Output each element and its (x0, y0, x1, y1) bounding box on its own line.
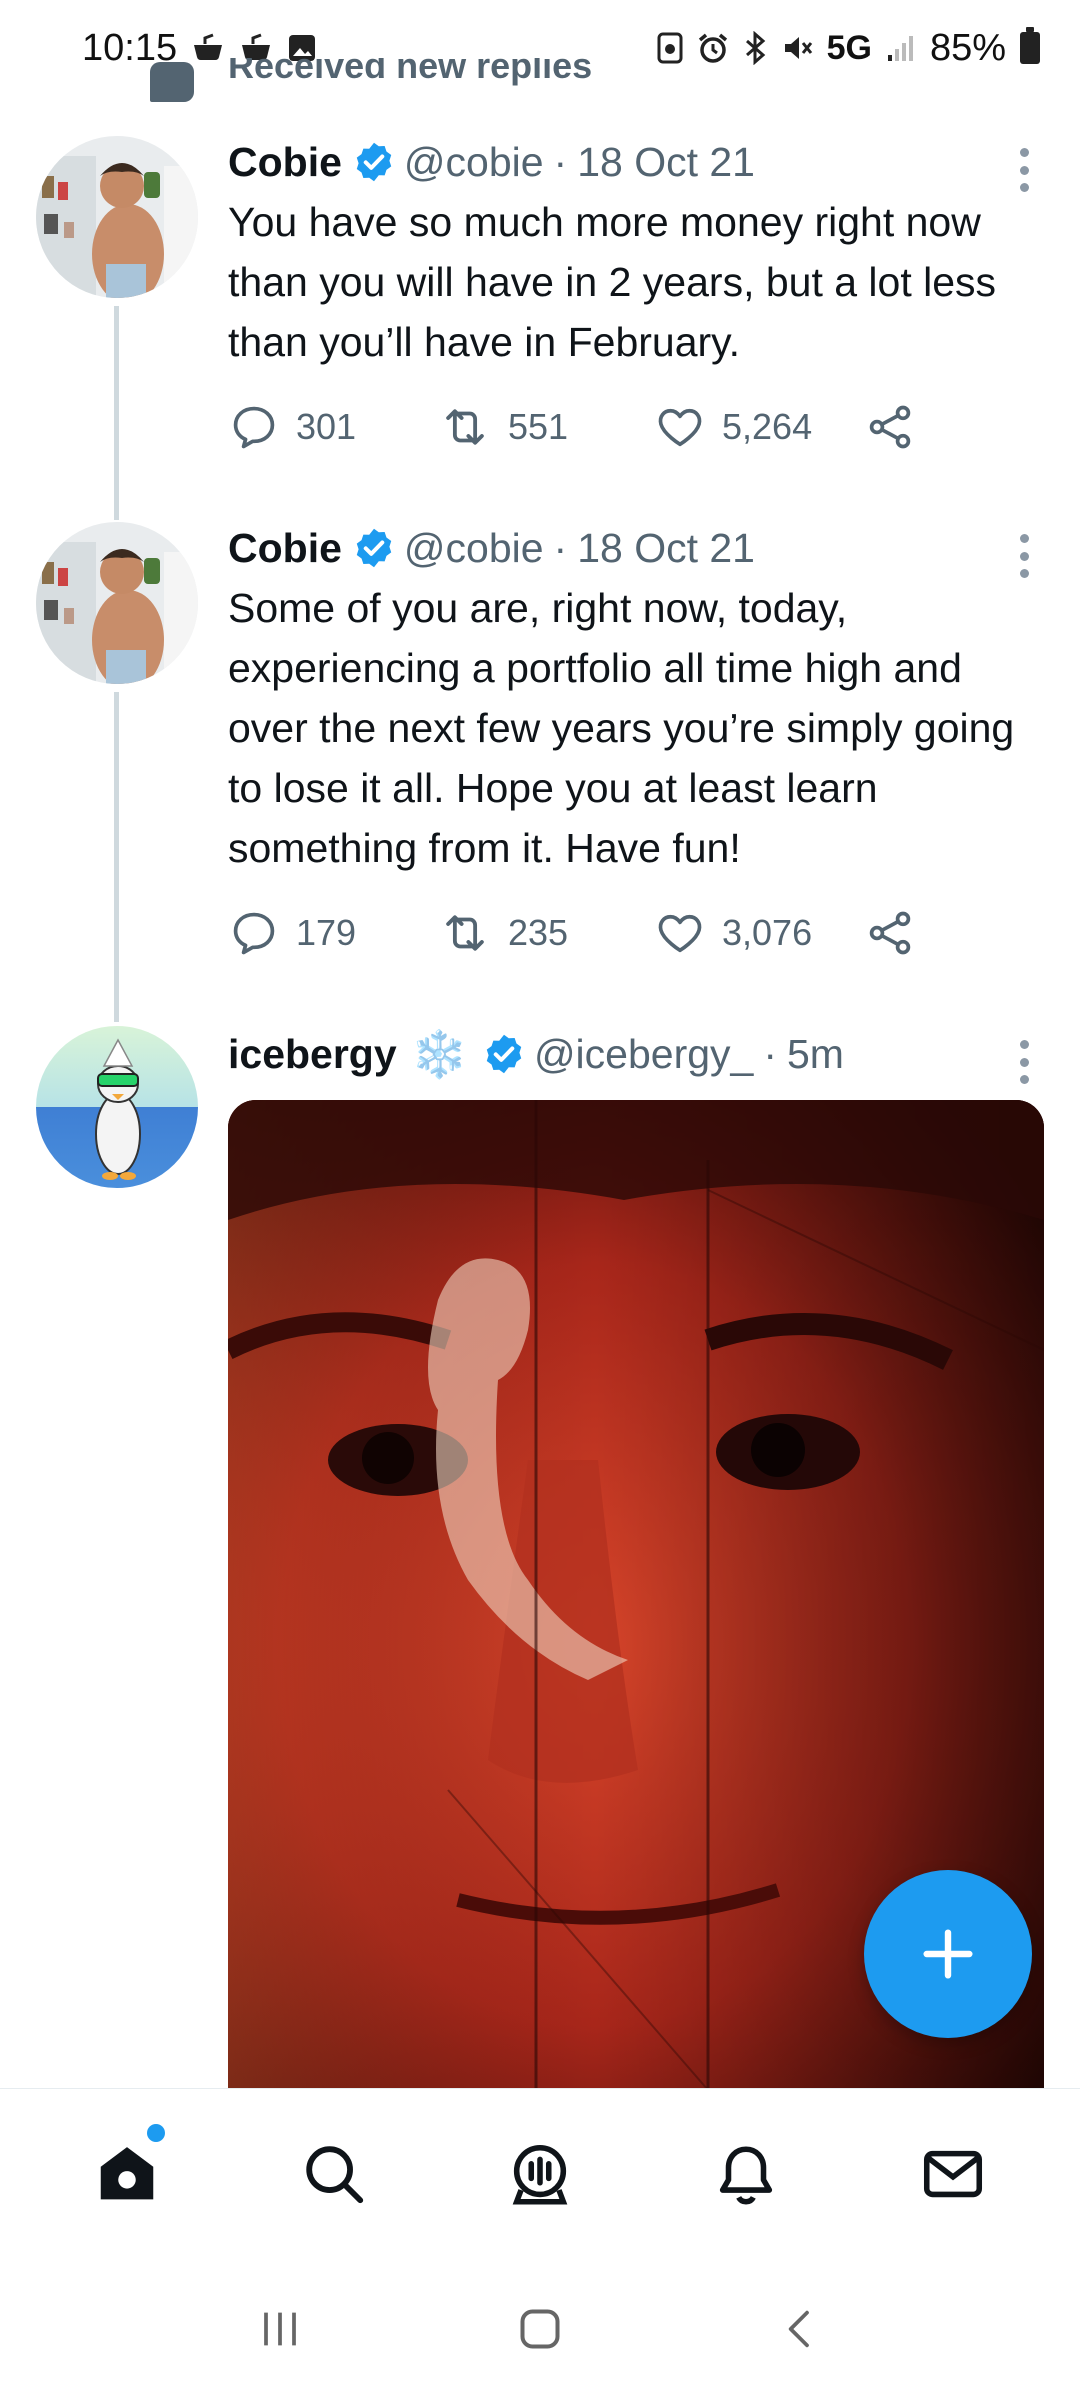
like-button[interactable]: 3,076 (654, 907, 864, 959)
reply-count: 179 (296, 912, 357, 953)
recents-icon (264, 2312, 296, 2346)
new-content-dot (147, 2123, 166, 2142)
verified-badge-icon (486, 1034, 522, 1074)
separator: · (553, 139, 568, 185)
reply-button[interactable]: 179 (228, 907, 438, 959)
spaces-icon (512, 2144, 568, 2204)
nav-notifications[interactable] (686, 2114, 806, 2234)
avatar[interactable] (36, 136, 198, 298)
tweet-header: icebergy ❄️ @icebergy_ · 5m (228, 1026, 1044, 1082)
author-name[interactable]: Cobie (228, 134, 342, 190)
heart-icon (658, 914, 702, 953)
tweet-actions: 179 235 3,076 (228, 906, 1044, 960)
system-navigation (0, 2258, 1080, 2400)
retweet-button[interactable]: 235 (438, 906, 654, 960)
reply-button[interactable]: 301 (228, 401, 438, 453)
home-button[interactable] (490, 2279, 590, 2379)
share-button[interactable] (864, 907, 916, 959)
author-handle[interactable]: @cobie (404, 134, 544, 190)
reply-count: 301 (296, 406, 357, 447)
thread-line (114, 692, 119, 1022)
like-count: 3,076 (722, 912, 813, 953)
more-options-button[interactable] (1004, 142, 1044, 198)
tweet-actions: 301 551 5,264 (228, 400, 1044, 454)
more-options-button[interactable] (1004, 1034, 1044, 1090)
verified-badge-icon (356, 528, 392, 568)
received-replies-banner[interactable]: Received new replies (150, 58, 770, 104)
battery-icon (1020, 27, 1040, 64)
snowflake-emoji: ❄️ (410, 1028, 468, 1080)
share-icon (869, 405, 911, 449)
retweet-count: 235 (508, 912, 569, 953)
timestamp[interactable]: 18 Oct 21 (577, 134, 755, 190)
tweet-text: You have so much more money right now th… (228, 199, 997, 365)
recents-button[interactable] (230, 2279, 330, 2379)
verified-badge-icon (356, 142, 392, 182)
like-count: 5,264 (722, 406, 813, 447)
retweet-button[interactable]: 551 (438, 400, 654, 454)
back-button[interactable] (750, 2279, 850, 2379)
share-icon (869, 911, 911, 955)
reply-icon (233, 406, 275, 449)
avatar[interactable] (36, 522, 198, 684)
nav-messages[interactable] (893, 2114, 1013, 2234)
home-icon (100, 2146, 154, 2199)
battery-percent: 85% (929, 26, 1006, 69)
reply-bubble-icon (150, 62, 194, 102)
nav-home[interactable] (67, 2114, 187, 2234)
author-handle[interactable]: @icebergy_ (534, 1026, 753, 1082)
bottom-navigation (0, 2088, 1080, 2258)
tweet-content: Cobie @cobie · 18 Oct 21 You have so muc… (228, 134, 1044, 454)
nav-spaces[interactable] (480, 2114, 600, 2234)
reply-icon (233, 912, 275, 955)
retweet-icon (446, 915, 484, 951)
author-handle[interactable]: @cobie (404, 520, 544, 576)
received-replies-text: Received new replies (228, 58, 593, 86)
retweet-count: 551 (508, 406, 569, 447)
home-circle-icon (520, 2309, 560, 2349)
separator: · (763, 1031, 777, 1077)
tweet-header: Cobie @cobie · 18 Oct 21 (228, 520, 1044, 576)
tweet[interactable]: Cobie @cobie · 18 Oct 21 You have so muc… (0, 134, 1080, 520)
separator: · (553, 525, 568, 571)
author-name[interactable]: Cobie (228, 520, 342, 576)
more-options-button[interactable] (1004, 528, 1044, 584)
timestamp[interactable]: 5m (787, 1026, 844, 1082)
tweet-text: Some of you are, right now, today, exper… (228, 585, 1015, 871)
retweet-icon (446, 409, 484, 445)
network-type: 5G (826, 28, 872, 67)
timestamp[interactable]: 18 Oct 21 (577, 520, 755, 576)
tweet-content: icebergy ❄️ @icebergy_ · 5m (228, 1026, 1044, 1084)
mute-icon (781, 32, 813, 64)
tweet-header: Cobie @cobie · 18 Oct 21 (228, 134, 1044, 190)
plus-icon (923, 1929, 973, 1979)
share-button[interactable] (864, 401, 916, 453)
heart-icon (658, 408, 702, 447)
messages-icon (923, 2150, 982, 2197)
thread-line (114, 306, 119, 520)
tweet-content: Cobie @cobie · 18 Oct 21 Some of you are… (228, 520, 1044, 960)
notifications-icon (720, 2145, 773, 2204)
tweet[interactable]: Cobie @cobie · 18 Oct 21 Some of you are… (0, 520, 1080, 1022)
avatar[interactable] (36, 1026, 198, 1188)
search-icon (305, 2145, 363, 2203)
back-icon (788, 2310, 809, 2348)
signal-icon (886, 33, 916, 63)
nav-search[interactable] (274, 2114, 394, 2234)
like-button[interactable]: 5,264 (654, 401, 864, 453)
author-name[interactable]: icebergy (228, 1026, 397, 1082)
compose-tweet-button[interactable] (864, 1870, 1032, 2038)
